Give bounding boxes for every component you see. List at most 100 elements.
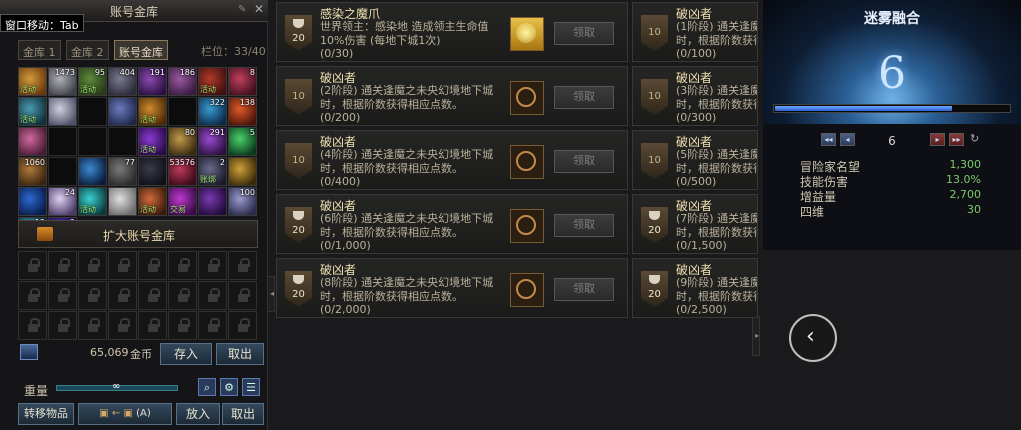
locked-slot[interactable] xyxy=(168,281,197,310)
locked-slot[interactable] xyxy=(48,311,77,340)
locked-slot[interactable] xyxy=(138,251,167,280)
locked-slot[interactable] xyxy=(18,281,47,310)
locked-slot[interactable] xyxy=(108,251,137,280)
locked-slot[interactable] xyxy=(18,251,47,280)
inventory-slot[interactable]: 活动 xyxy=(138,127,167,156)
locked-slot[interactable] xyxy=(198,281,227,310)
take-out-button[interactable]: 取出 xyxy=(222,403,264,425)
inventory-slot[interactable] xyxy=(108,97,137,126)
locked-slot[interactable] xyxy=(138,281,167,310)
pin-icon[interactable]: ✎ xyxy=(238,4,246,15)
inventory-slot[interactable]: 95 活动 xyxy=(78,67,107,96)
inventory-slot[interactable]: 5 xyxy=(228,127,257,156)
list-icon[interactable]: ☰ xyxy=(242,378,260,396)
inventory-slot[interactable] xyxy=(78,127,107,156)
inventory-slot[interactable] xyxy=(138,157,167,186)
last-page-button[interactable]: ▸▸ xyxy=(949,133,964,146)
emblem-icon[interactable] xyxy=(510,209,544,243)
inventory-slot[interactable]: 53576 xyxy=(168,157,197,186)
inventory-slot[interactable] xyxy=(168,97,197,126)
item-tag: 活动 xyxy=(140,145,156,154)
locked-slot[interactable] xyxy=(78,281,107,310)
locked-slot[interactable] xyxy=(138,311,167,340)
locked-slot[interactable] xyxy=(78,251,107,280)
claim-button[interactable]: 领取 xyxy=(554,22,614,45)
prev-page-button[interactable]: ◂ xyxy=(840,133,855,146)
search-icon[interactable]: ⌕ xyxy=(198,378,216,396)
inventory-slot[interactable]: 100 xyxy=(228,187,257,216)
inventory-slot[interactable]: 24 xyxy=(48,187,77,216)
inventory-slot[interactable]: 活动 xyxy=(18,97,47,126)
inventory-slot[interactable] xyxy=(48,127,77,156)
locked-slot[interactable] xyxy=(18,311,47,340)
tab-vault-2[interactable]: 金库 2 xyxy=(66,40,109,60)
put-in-button[interactable]: 放入 xyxy=(176,403,220,425)
inventory-slot[interactable]: 活动 xyxy=(78,187,107,216)
inventory-slot[interactable] xyxy=(198,187,227,216)
gold-crest-icon[interactable] xyxy=(510,17,544,51)
item-tag: 活动 xyxy=(140,205,156,214)
inventory-slot[interactable] xyxy=(48,97,77,126)
locked-slot[interactable] xyxy=(168,251,197,280)
expand-vault-button[interactable]: 扩大账号金库 xyxy=(18,220,258,248)
inventory-slot[interactable]: 322 xyxy=(198,97,227,126)
locked-slot[interactable] xyxy=(168,311,197,340)
emblem-icon[interactable] xyxy=(510,81,544,115)
locked-slot[interactable] xyxy=(228,281,257,310)
locked-slot[interactable] xyxy=(198,311,227,340)
inventory-slot[interactable]: 8 xyxy=(228,67,257,96)
close-icon[interactable]: ✕ xyxy=(254,2,264,16)
inventory-slot[interactable]: 404 xyxy=(108,67,137,96)
coin-bag-icon[interactable] xyxy=(20,344,38,360)
inventory-slot[interactable]: 291 xyxy=(198,127,227,156)
locked-slot[interactable] xyxy=(48,281,77,310)
back-button[interactable]: ‹ xyxy=(789,314,837,362)
inventory-slot[interactable] xyxy=(108,127,137,156)
inventory-slot[interactable] xyxy=(78,97,107,126)
tab-account-vault[interactable]: 账号金库 xyxy=(114,40,168,60)
inventory-slot[interactable]: 191 xyxy=(138,67,167,96)
inventory-slot[interactable]: 77 xyxy=(108,157,137,186)
locked-slot[interactable] xyxy=(108,281,137,310)
inventory-slot[interactable]: 1060 xyxy=(18,157,47,186)
gear-icon[interactable]: ⚙ xyxy=(220,378,238,396)
locked-slot[interactable] xyxy=(78,311,107,340)
refresh-icon[interactable]: ↻ xyxy=(970,132,979,145)
claim-button[interactable]: 领取 xyxy=(554,150,614,173)
deposit-button[interactable]: 存入 xyxy=(160,343,212,365)
inventory-slot[interactable]: 80 xyxy=(168,127,197,156)
first-page-button[interactable]: ◂◂ xyxy=(821,133,836,146)
transfer-items-button[interactable]: 转移物品 xyxy=(18,403,74,425)
inventory-slot[interactable] xyxy=(48,157,77,186)
claim-button[interactable]: 领取 xyxy=(554,278,614,301)
panel-splitter-left[interactable]: ◂ xyxy=(267,276,275,312)
inventory-slot[interactable]: 186 xyxy=(168,67,197,96)
inventory-slot[interactable] xyxy=(228,157,257,186)
emblem-icon[interactable] xyxy=(510,273,544,307)
inventory-slot[interactable]: 交易 xyxy=(168,187,197,216)
inventory-slot[interactable]: 138 xyxy=(228,97,257,126)
inventory-slot[interactable]: 活动 xyxy=(198,67,227,96)
panel-splitter-right[interactable]: ▸ xyxy=(752,316,760,356)
withdraw-button[interactable]: 取出 xyxy=(216,343,264,365)
tab-vault-1[interactable]: 金库 1 xyxy=(18,40,61,60)
inventory-slot[interactable]: 活动 xyxy=(138,97,167,126)
inventory-slot[interactable] xyxy=(18,187,47,216)
locked-slot[interactable] xyxy=(108,311,137,340)
claim-button[interactable]: 领取 xyxy=(554,214,614,237)
inventory-slot[interactable] xyxy=(108,187,137,216)
next-page-button[interactable]: ▸ xyxy=(930,133,945,146)
inventory-slot[interactable] xyxy=(18,127,47,156)
inventory-slot[interactable] xyxy=(78,157,107,186)
swap-hotkey-button[interactable]: ▣ ← ▣ (A) xyxy=(78,403,172,425)
inventory-slot[interactable]: 活动 xyxy=(138,187,167,216)
locked-slot[interactable] xyxy=(228,311,257,340)
inventory-slot[interactable]: 活动 xyxy=(18,67,47,96)
locked-slot[interactable] xyxy=(48,251,77,280)
inventory-slot[interactable]: 2 账绑 xyxy=(198,157,227,186)
locked-slot[interactable] xyxy=(228,251,257,280)
claim-button[interactable]: 领取 xyxy=(554,86,614,109)
inventory-slot[interactable]: 1473 xyxy=(48,67,77,96)
emblem-icon[interactable] xyxy=(510,145,544,179)
locked-slot[interactable] xyxy=(198,251,227,280)
